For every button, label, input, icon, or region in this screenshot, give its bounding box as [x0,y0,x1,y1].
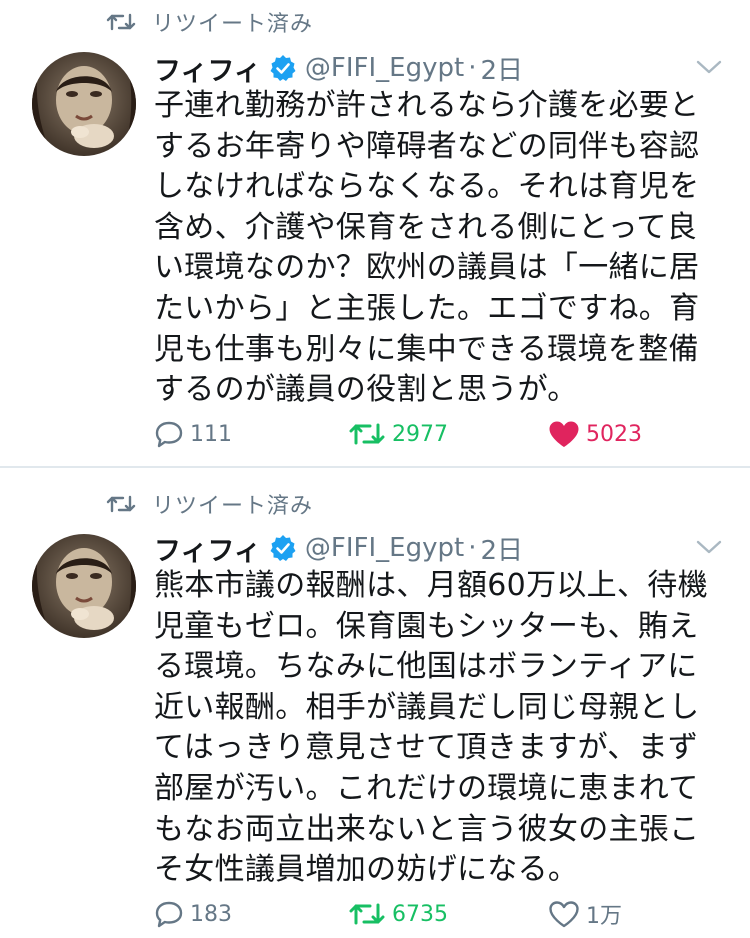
retweeted-indicator: リツイート済み [106,4,313,40]
heart-outline-icon [549,901,579,928]
like-count: 1万 [586,904,622,929]
retweet-icon [349,903,385,925]
reply-icon [155,901,183,928]
reply-button[interactable]: 183 [154,890,232,938]
user-handle[interactable]: @FIFI_Egypt [305,53,464,83]
like-button[interactable]: 1万 [548,890,622,938]
display-name[interactable]: フィフィ [154,529,261,568]
avatar[interactable] [32,534,136,638]
reply-button[interactable]: 111 [154,410,232,458]
retweet-small-icon [106,495,136,513]
retweet-icon [349,423,385,445]
tweet-timestamp[interactable]: 2日 [480,50,523,87]
tweet-card[interactable]: リツイート済み フィフィ @FIFI_E [0,468,750,936]
retweeted-label: リツイート済み [152,12,314,37]
verified-badge-icon [270,55,296,81]
avatar[interactable] [32,52,136,156]
time-separator: · [468,53,477,83]
time-separator: · [468,533,477,563]
heart-filled-icon [549,421,579,447]
chevron-down-icon[interactable] [694,56,724,78]
like-button[interactable]: 5023 [548,410,642,458]
reply-count: 183 [190,901,232,927]
retweet-button[interactable]: 6735 [348,890,448,938]
verified-badge-icon [270,535,296,561]
tweet-actions: 183 6735 1万 [0,890,750,938]
retweet-count: 2977 [392,421,448,447]
tweet-actions: 111 2977 5023 [0,410,750,458]
retweeted-label: リツイート済み [152,494,314,519]
like-count: 5023 [586,421,642,447]
tweet-text: 子連れ勤務が許されるなら介護を必要と するお年寄りや障碍者などの同伴も容認 しな… [154,88,700,408]
reply-icon [155,421,183,448]
retweet-count: 6735 [392,901,448,927]
retweeted-indicator: リツイート済み [106,486,313,522]
tweet-header: フィフィ @FIFI_Egypt · 2日 [154,48,523,88]
tweet-card[interactable]: リツイート済み フィフィ @FIFI_E [0,0,750,466]
chevron-down-icon[interactable] [694,536,724,558]
tweet-header: フィフィ @FIFI_Egypt · 2日 [154,528,523,568]
tweet-text: 熊本市議の報酬は、月額60万以上、待機 児童もゼロ。保育園もシッターも、賄え る… [154,568,708,888]
reply-count: 111 [190,421,232,447]
tweet-timestamp[interactable]: 2日 [480,530,523,567]
display-name[interactable]: フィフィ [154,49,261,88]
retweet-small-icon [106,13,136,31]
user-handle[interactable]: @FIFI_Egypt [305,533,464,563]
retweet-button[interactable]: 2977 [348,410,448,458]
